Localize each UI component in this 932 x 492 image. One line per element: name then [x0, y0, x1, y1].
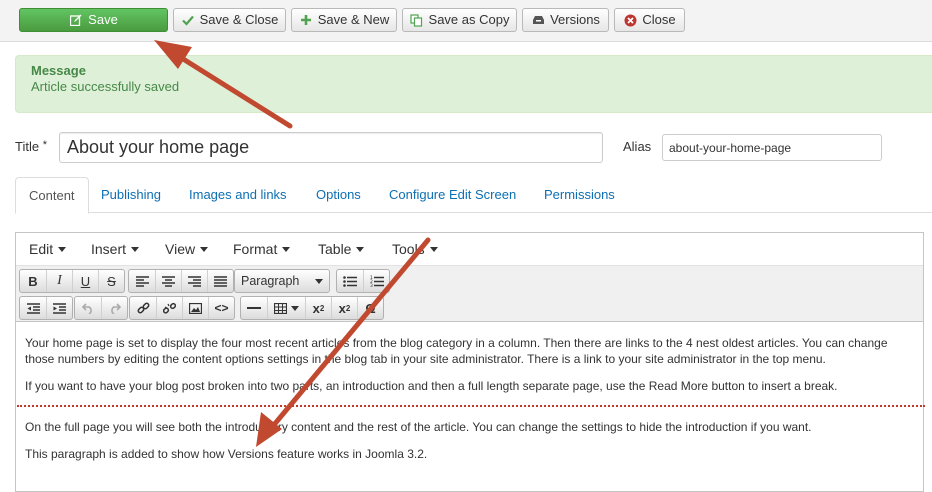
bold-icon[interactable]: B	[20, 270, 46, 292]
align-center-icon[interactable]	[155, 270, 181, 292]
tab-content[interactable]: Content	[15, 177, 89, 214]
unlink-icon[interactable]	[156, 297, 182, 319]
bullet-list-icon[interactable]	[337, 270, 363, 292]
menu-view-label: View	[165, 241, 196, 257]
subscript-icon[interactable]: x2	[305, 297, 331, 319]
alias-input[interactable]	[662, 134, 882, 161]
redo-icon[interactable]	[101, 297, 127, 319]
required-mark: *	[42, 139, 47, 151]
title-label-text: Title	[15, 139, 40, 154]
svg-text:3: 3	[370, 283, 373, 287]
save-copy-button[interactable]: Save as Copy	[402, 8, 517, 32]
menu-format-label: Format	[233, 241, 278, 257]
chevron-down-icon	[315, 278, 323, 284]
chevron-down-icon	[429, 247, 438, 252]
text-style-group: B I U S	[19, 269, 125, 293]
save-label: Save	[88, 12, 118, 27]
align-justify-icon[interactable]	[207, 270, 233, 292]
close-label: Close	[642, 12, 676, 27]
horizontal-rule-icon[interactable]	[241, 297, 267, 319]
undo-icon[interactable]	[75, 297, 101, 319]
align-left-icon[interactable]	[129, 270, 155, 292]
numbered-list-icon[interactable]: 123	[363, 270, 389, 292]
menu-view[interactable]: View	[165, 241, 209, 257]
versions-label: Versions	[550, 12, 600, 27]
save-new-label: Save & New	[317, 12, 390, 27]
tab-options[interactable]: Options	[303, 177, 374, 213]
menu-insert[interactable]: Insert	[91, 241, 140, 257]
chevron-down-icon	[282, 247, 291, 252]
editor-toolbar: B I U S Paragraph 123 <> x 2 x 2 Ω	[16, 266, 923, 322]
history-group	[74, 296, 128, 320]
title-input[interactable]	[59, 132, 603, 163]
chevron-down-icon	[58, 247, 67, 252]
tab-bar: Content Publishing Images and links Opti…	[15, 177, 932, 214]
code-icon[interactable]: <>	[208, 297, 234, 319]
menu-edit-label: Edit	[29, 241, 54, 257]
special-character-icon[interactable]: Ω	[357, 297, 383, 319]
article-editor: Edit Insert View Format Table Tools B I …	[15, 232, 925, 492]
format-select[interactable]: Paragraph	[234, 269, 330, 293]
save-new-button[interactable]: Save & New	[291, 8, 397, 32]
italic-icon[interactable]: I	[46, 270, 72, 292]
image-icon[interactable]	[182, 297, 208, 319]
underline-icon[interactable]: U	[72, 270, 98, 292]
menu-edit[interactable]: Edit	[29, 241, 67, 257]
outdent-icon[interactable]	[20, 297, 46, 319]
table-group: x2 x2 Ω	[240, 296, 384, 320]
tab-images-and-links[interactable]: Images and links	[176, 177, 300, 213]
format-select-value: Paragraph	[241, 274, 300, 288]
close-button[interactable]: Close	[614, 8, 685, 32]
message-heading: Message	[31, 63, 86, 78]
versions-button[interactable]: Versions	[522, 8, 609, 32]
alignment-group	[128, 269, 234, 293]
content-paragraph: On the full page you will see both the i…	[25, 420, 812, 434]
chevron-down-icon	[131, 247, 140, 252]
read-more-break	[17, 405, 925, 407]
menu-table[interactable]: Table	[318, 241, 365, 257]
chevron-down-icon	[356, 247, 365, 252]
save-close-label: Save & Close	[199, 12, 279, 27]
superscript-icon[interactable]: x2	[331, 297, 357, 319]
menu-insert-label: Insert	[91, 241, 127, 257]
close-icon	[623, 13, 637, 27]
indent-icon[interactable]	[46, 297, 72, 319]
message-text: Article successfully saved	[31, 79, 180, 94]
indent-group	[19, 296, 73, 320]
chevron-down-icon	[200, 247, 209, 252]
link-icon[interactable]	[130, 297, 156, 319]
edit-icon	[69, 13, 83, 27]
save-button[interactable]: Save	[19, 8, 168, 32]
tab-permissions[interactable]: Permissions	[531, 177, 628, 213]
check-icon	[181, 13, 195, 27]
content-paragraph: Your home page is set to display the fou…	[25, 336, 888, 366]
format-select-box[interactable]: Paragraph	[235, 270, 329, 292]
menu-format[interactable]: Format	[233, 241, 291, 257]
menu-table-label: Table	[318, 241, 352, 257]
copy-icon	[410, 13, 424, 27]
insert-group: <>	[129, 296, 235, 320]
success-message: Message Article successfully saved	[15, 55, 932, 113]
archive-icon	[531, 13, 545, 27]
save-copy-label: Save as Copy	[428, 12, 510, 27]
strikethrough-icon[interactable]: S	[98, 270, 124, 292]
toolbar: Save Save & Close Save & New Save as Cop…	[0, 0, 932, 42]
table-icon[interactable]	[267, 297, 305, 319]
tab-publishing[interactable]: Publishing	[88, 177, 174, 213]
chevron-down-icon	[291, 305, 299, 311]
align-right-icon[interactable]	[181, 270, 207, 292]
content-paragraph: If you want to have your blog post broke…	[25, 379, 838, 393]
plus-icon	[299, 13, 313, 27]
list-group: 123	[336, 269, 390, 293]
content-paragraph: This paragraph is added to show how Vers…	[25, 447, 428, 461]
alias-label: Alias	[623, 139, 652, 154]
tab-configure-edit-screen[interactable]: Configure Edit Screen	[376, 177, 529, 213]
title-label: Title *	[15, 139, 47, 154]
menu-tools[interactable]: Tools	[392, 241, 438, 257]
editor-content[interactable]: Your home page is set to display the fou…	[17, 335, 925, 473]
editor-menubar: Edit Insert View Format Table Tools	[16, 233, 923, 266]
save-close-button[interactable]: Save & Close	[173, 8, 286, 32]
menu-tools-label: Tools	[392, 241, 425, 257]
